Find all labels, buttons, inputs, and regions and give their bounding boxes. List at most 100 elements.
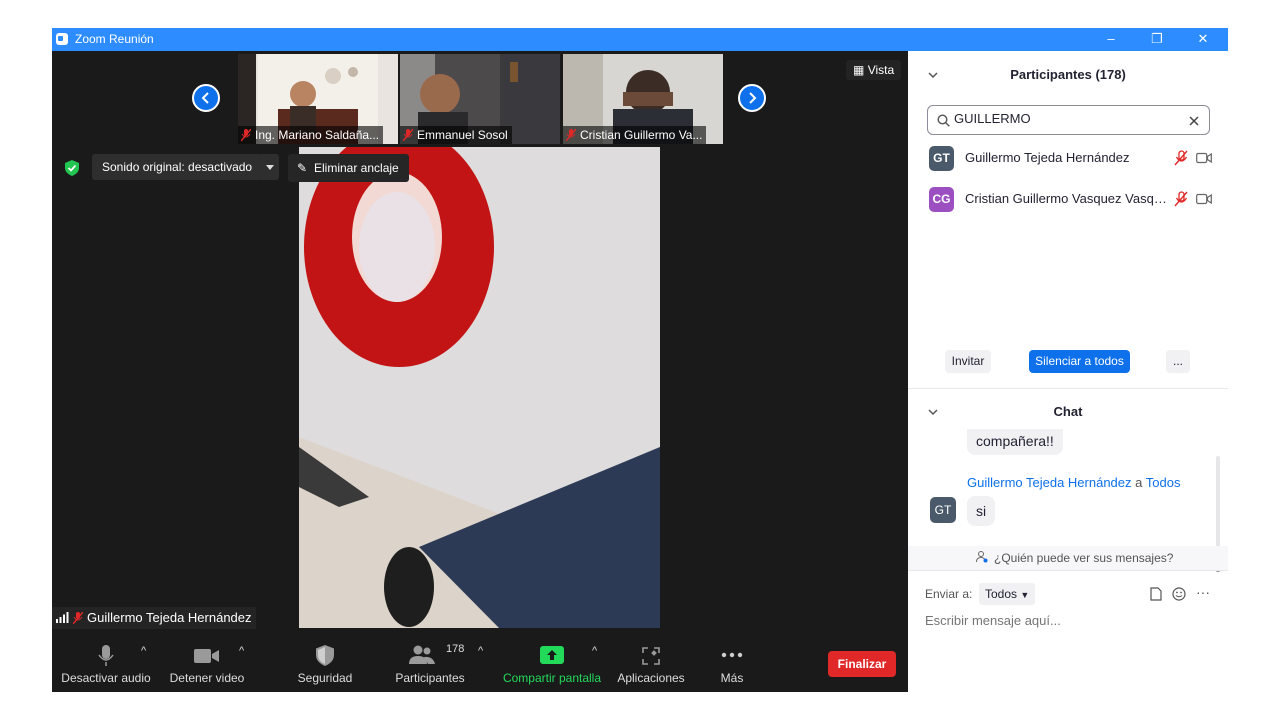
original-sound-dropdown[interactable]: [261, 154, 279, 180]
security-button[interactable]: Seguridad: [290, 639, 360, 692]
participant-name-tag: Cristian Guillermo Va...: [563, 126, 707, 144]
video-off-icon[interactable]: [1196, 193, 1212, 205]
avatar: GT: [929, 146, 954, 171]
meeting-toolbar: Desactivar audio ^ Detener video ^ Segur…: [52, 639, 908, 692]
participant-name: Cristian Guillermo Va...: [580, 128, 703, 142]
participant-name-tag: Emmanuel Sosol: [400, 126, 512, 144]
more-dots-icon: [721, 652, 743, 658]
chat-divider: [908, 570, 1228, 571]
participant-name: Cristian Guillermo Vasquez Vasqu...: [965, 191, 1170, 206]
participants-count: 178: [446, 643, 465, 655]
apps-icon: [642, 647, 660, 665]
next-page-button[interactable]: [738, 84, 766, 112]
mute-button[interactable]: Desactivar audio: [60, 639, 152, 692]
mute-label: Desactivar audio: [61, 671, 151, 685]
send-to-label: Enviar a:: [925, 587, 973, 601]
invite-button[interactable]: Invitar: [945, 350, 991, 373]
share-options-caret[interactable]: ^: [592, 645, 597, 657]
search-input[interactable]: [954, 111, 1174, 126]
person-icon: [976, 551, 988, 566]
main-video: [299, 147, 660, 628]
video-thumbnail[interactable]: Cristian Guillermo Va...: [563, 54, 723, 144]
microphone-icon: [98, 645, 114, 666]
participants-icon: [409, 645, 435, 664]
participant-search[interactable]: [927, 105, 1210, 135]
audio-options-caret[interactable]: ^: [141, 645, 146, 657]
share-screen-button[interactable]: Compartir pantalla: [500, 639, 604, 692]
active-speaker-name: Guillermo Tejeda Hernández: [87, 610, 252, 625]
side-panel: Participantes (178) GT Guillermo Tejeda …: [908, 51, 1228, 692]
who-can-see-label: ¿Quién puede ver sus mensajes?: [994, 551, 1174, 565]
zoom-app-icon: [56, 33, 68, 45]
mic-muted-icon[interactable]: [1174, 150, 1188, 166]
participants-more-button[interactable]: ...: [1166, 350, 1190, 373]
mic-muted-icon: [72, 609, 84, 625]
emoji-icon[interactable]: [1172, 587, 1186, 601]
active-speaker-tag: Guillermo Tejeda Hernández: [52, 607, 256, 629]
zoom-window: Zoom Reunión – ❐ ✕ Ing. Mariano Saldaña.…: [52, 28, 1228, 692]
participants-button[interactable]: 178 Participantes: [392, 639, 468, 692]
end-meeting-button[interactable]: Finalizar: [828, 651, 896, 677]
mic-muted-icon[interactable]: [1174, 191, 1188, 207]
chat-message-bubble: compañera!!: [967, 429, 1063, 455]
unpin-button[interactable]: ✎ Eliminar anclaje: [288, 154, 409, 182]
chat-to-word: a: [1135, 475, 1143, 490]
restore-button[interactable]: ❐: [1134, 28, 1180, 51]
video-label: Detener video: [169, 671, 245, 685]
mic-muted-icon: [240, 128, 252, 142]
shield-icon: [316, 645, 334, 666]
chat-sender[interactable]: Guillermo Tejeda Hernández: [967, 475, 1132, 490]
minimize-button[interactable]: –: [1088, 28, 1134, 51]
stop-video-button[interactable]: Detener video: [166, 639, 248, 692]
participant-name: Guillermo Tejeda Hernández: [965, 150, 1130, 165]
chat-more-icon[interactable]: ···: [1196, 584, 1210, 600]
mute-all-button[interactable]: Silenciar a todos: [1029, 350, 1130, 373]
file-icon[interactable]: [1150, 587, 1162, 601]
speaker-video-feed: [299, 147, 660, 628]
chat-recipient[interactable]: Todos: [1146, 475, 1181, 490]
close-button[interactable]: ✕: [1180, 28, 1226, 51]
grid-icon: ▦: [853, 63, 865, 77]
meeting-area: Ing. Mariano Saldaña... Emmanuel Sosol C…: [52, 51, 908, 692]
window-title: Zoom Reunión: [75, 32, 154, 46]
participant-row[interactable]: CG Cristian Guillermo Vasquez Vasqu...: [908, 186, 1228, 222]
previous-page-button[interactable]: [192, 84, 220, 112]
who-can-see-bar[interactable]: ¿Quién puede ver sus mensajes?: [908, 546, 1228, 570]
more-button[interactable]: Más: [712, 639, 752, 692]
more-label: Más: [720, 671, 744, 685]
panel-divider: [908, 388, 1228, 389]
original-sound-button[interactable]: Sonido original: desactivado: [92, 154, 263, 180]
video-thumbnail[interactable]: Emmanuel Sosol: [400, 54, 560, 144]
participants-label: Participantes: [395, 671, 465, 685]
participant-row[interactable]: GT Guillermo Tejeda Hernández: [908, 145, 1228, 181]
chevron-down-icon: ▼: [1020, 590, 1030, 600]
chevron-left-icon: [201, 92, 209, 104]
avatar: CG: [929, 187, 954, 212]
chat-message-header: Guillermo Tejeda Hernández a Todos: [967, 475, 1180, 490]
apps-button[interactable]: Aplicaciones: [614, 639, 688, 692]
chat-title: Chat: [1053, 404, 1083, 419]
participants-options-caret[interactable]: ^: [478, 645, 483, 657]
mic-muted-icon: [565, 128, 577, 142]
chat-message-input[interactable]: [925, 613, 1215, 628]
participant-name: Emmanuel Sosol: [417, 128, 508, 142]
chat-avatar: GT: [930, 497, 956, 523]
security-label: Seguridad: [297, 671, 353, 685]
send-to-dropdown[interactable]: Todos ▼: [979, 583, 1036, 605]
chevron-down-icon[interactable]: [928, 72, 938, 79]
video-thumbnail[interactable]: Ing. Mariano Saldaña...: [238, 54, 398, 144]
participant-name-tag: Ing. Mariano Saldaña...: [238, 126, 384, 144]
mic-muted-icon: [402, 128, 414, 142]
video-options-caret[interactable]: ^: [239, 645, 244, 657]
clear-search-icon[interactable]: [1189, 116, 1199, 126]
signal-strength-icon: [56, 612, 69, 623]
chevron-down-icon[interactable]: [928, 409, 938, 416]
chevron-right-icon: [749, 92, 757, 104]
unpin-label: Eliminar anclaje: [314, 161, 399, 175]
participants-title: Participantes (178): [1010, 67, 1126, 82]
chat-header: Chat: [908, 404, 1228, 426]
video-off-icon[interactable]: [1196, 152, 1212, 164]
view-button[interactable]: ▦ Vista: [846, 60, 902, 80]
encryption-shield-icon[interactable]: [65, 160, 79, 176]
search-icon: [937, 114, 950, 127]
